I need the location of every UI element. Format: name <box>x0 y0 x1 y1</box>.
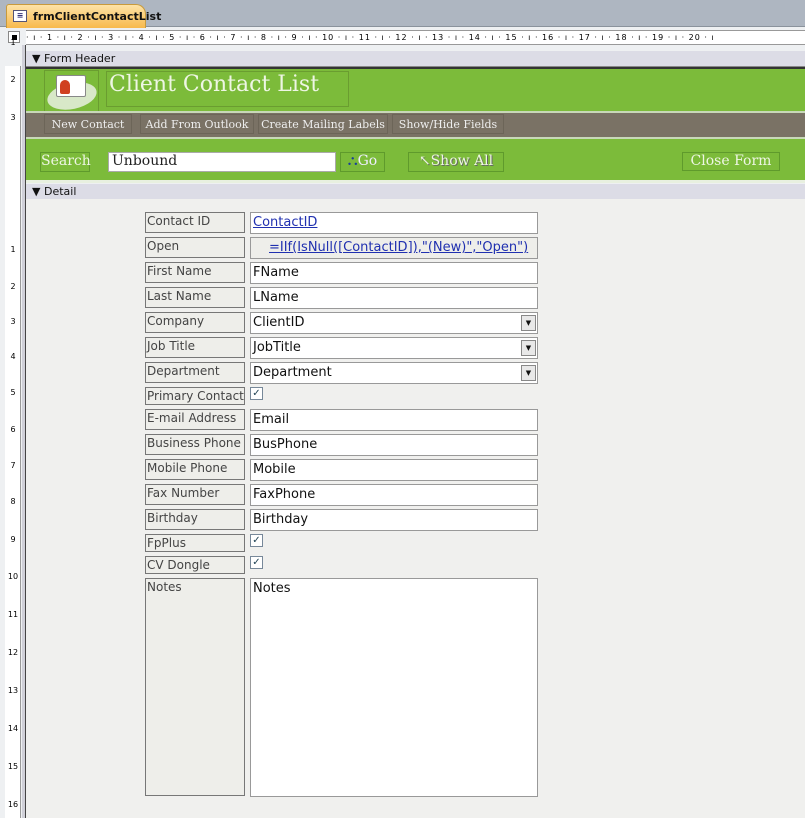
form-header-band[interactable]: ▼ Form Header <box>26 51 805 67</box>
e-mail-address-value: Email <box>253 412 290 427</box>
tab-title: frmClientContactList <box>33 10 162 23</box>
fax-number-label[interactable]: Fax Number <box>145 484 245 505</box>
form-header-label: Form Header <box>43 52 116 65</box>
open-field[interactable]: =IIf(IsNull([ContactID]),"(New)","Open") <box>250 237 538 259</box>
dropdown-arrow-icon[interactable]: ▼ <box>521 315 536 331</box>
ruler-mark: 6 <box>10 425 16 434</box>
search-label: Search <box>40 152 91 172</box>
form-icon: ≡ <box>13 10 27 22</box>
search-input[interactable]: Unbound <box>108 152 336 172</box>
open-value: =IIf(IsNull([ContactID]),"(New)","Open") <box>269 240 529 255</box>
ruler-mark: 12 <box>7 648 19 657</box>
e-mail-address-label[interactable]: E-mail Address <box>145 409 245 430</box>
business-phone-value: BusPhone <box>253 437 318 452</box>
first-name-field[interactable]: FName <box>250 262 538 284</box>
mobile-phone-label[interactable]: Mobile Phone <box>145 459 245 480</box>
binoculars-icon: ⛬ <box>347 153 358 169</box>
job-title-label[interactable]: Job Title <box>145 337 245 358</box>
primary-contact-checkbox[interactable]: ✓ <box>250 387 263 400</box>
contact-id-field[interactable]: ContactID <box>250 212 538 234</box>
detail-label: Detail <box>43 185 77 198</box>
vertical-ruler[interactable]: 1 2 3 1 2 3 4 5 6 7 8 9 10 11 12 13 14 15 16 <box>5 38 21 818</box>
contact-id-label[interactable]: Contact ID <box>145 212 245 233</box>
ruler-mark: 7 <box>10 461 16 470</box>
notes-field[interactable]: Notes <box>250 578 538 797</box>
ruler-mark: 2 <box>10 282 16 291</box>
close-form-button[interactable]: Close Form <box>682 152 780 171</box>
fpplus-label[interactable]: FpPlus <box>145 534 245 552</box>
ruler-mark: 3 <box>10 317 16 326</box>
ruler-mark: 8 <box>10 497 16 506</box>
department-label[interactable]: Department <box>145 362 245 383</box>
ruler-mark: 10 <box>7 572 19 581</box>
first-name-value: FName <box>253 265 299 280</box>
ruler-mark: 1 <box>10 38 16 47</box>
form-title[interactable]: Client Contact List <box>106 71 349 107</box>
ruler-mark: 14 <box>7 724 19 733</box>
fpplus-checkbox[interactable]: ✓ <box>250 534 263 547</box>
primary-contact-label[interactable]: Primary Contact <box>145 387 245 405</box>
notes-value: Notes <box>253 581 291 596</box>
mobile-phone-value: Mobile <box>253 462 296 477</box>
ruler-mark: 1 <box>10 245 16 254</box>
add-from-outlook-button[interactable]: Add From Outlook <box>140 114 254 134</box>
notes-label[interactable]: Notes <box>145 578 245 796</box>
first-name-label[interactable]: First Name <box>145 262 245 283</box>
job-title-value: JobTitle <box>253 340 301 355</box>
detail-band[interactable]: ▼ Detail <box>26 184 805 200</box>
ruler-mark: 11 <box>7 610 19 619</box>
department-field[interactable]: Department ▼ <box>250 362 538 384</box>
fax-number-value: FaxPhone <box>253 487 316 502</box>
cv-dongle-checkbox[interactable]: ✓ <box>250 556 263 569</box>
ruler-mark: 3 <box>10 113 16 122</box>
ruler-mark: 9 <box>10 535 16 544</box>
show-all-button[interactable]: ↖Show All <box>408 152 504 172</box>
open-label[interactable]: Open <box>145 237 245 258</box>
fax-number-field[interactable]: FaxPhone <box>250 484 538 506</box>
dropdown-arrow-icon[interactable]: ▼ <box>521 365 536 381</box>
birthday-field[interactable]: Birthday <box>250 509 538 531</box>
business-phone-field[interactable]: BusPhone <box>250 434 538 456</box>
ruler-mark: 2 <box>10 75 16 84</box>
contact-card-logo-icon <box>44 70 100 114</box>
dropdown-arrow-icon[interactable]: ▼ <box>521 340 536 356</box>
ruler-mark: 13 <box>7 686 19 695</box>
last-name-label[interactable]: Last Name <box>145 287 245 308</box>
create-mailing-labels-button[interactable]: Create Mailing Labels <box>258 114 388 134</box>
new-contact-button[interactable]: New Contact <box>44 114 132 134</box>
company-label[interactable]: Company <box>145 312 245 333</box>
job-title-field[interactable]: JobTitle ▼ <box>250 337 538 359</box>
filter-clear-icon: ↖ <box>418 153 431 169</box>
contact-id-value: ContactID <box>253 215 318 230</box>
go-label: Go <box>357 153 378 169</box>
department-value: Department <box>253 365 332 380</box>
show-hide-fields-button[interactable]: Show/Hide Fields <box>392 114 504 134</box>
horizontal-ruler[interactable]: · ı · 1 · ı · 2 · ı · 3 · ı · 4 · ı · 5 … <box>26 30 805 45</box>
ruler-mark: 15 <box>7 762 19 771</box>
ruler-mark: 16 <box>7 800 19 809</box>
e-mail-address-field[interactable]: Email <box>250 409 538 431</box>
go-button[interactable]: ⛬Go <box>340 152 385 172</box>
mobile-phone-field[interactable]: Mobile <box>250 459 538 481</box>
show-all-label: Show All <box>430 153 494 169</box>
birthday-value: Birthday <box>253 512 309 527</box>
last-name-value: LName <box>253 290 299 305</box>
company-field[interactable]: ClientID ▼ <box>250 312 538 334</box>
cv-dongle-label[interactable]: CV Dongle <box>145 556 245 574</box>
business-phone-label[interactable]: Business Phone <box>145 434 245 455</box>
company-value: ClientID <box>253 315 305 330</box>
form-tab[interactable]: ≡ frmClientContactList <box>6 4 161 28</box>
birthday-label[interactable]: Birthday <box>145 509 245 530</box>
ruler-mark: 4 <box>10 352 16 361</box>
ruler-mark: 5 <box>10 388 16 397</box>
last-name-field[interactable]: LName <box>250 287 538 309</box>
